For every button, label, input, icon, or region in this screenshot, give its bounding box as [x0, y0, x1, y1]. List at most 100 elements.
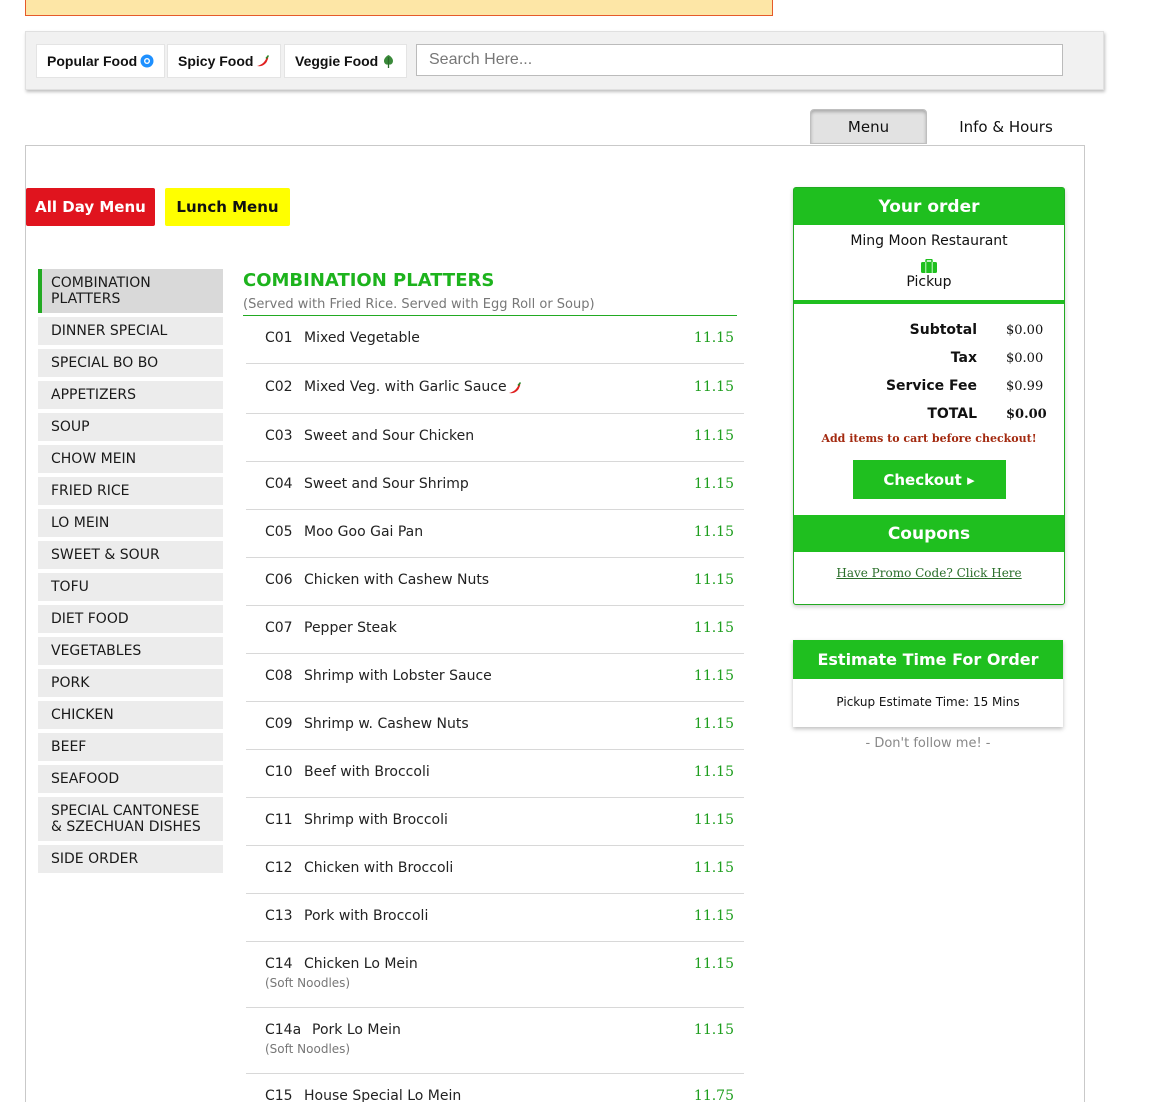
sidebar-item-chicken[interactable]: CHICKEN	[38, 701, 223, 729]
item-name: Moo Goo Gai Pan	[304, 524, 424, 540]
menu-item[interactable]: C03 Sweet and Sour Chicken 11.15	[246, 414, 744, 462]
item-code: C11	[265, 812, 293, 828]
sidebar-item-appetizers[interactable]: APPETIZERS	[38, 381, 223, 409]
grand-total-row: TOTAL $0.00	[794, 400, 1064, 428]
sidebar-item-sweet-sour[interactable]: SWEET & SOUR	[38, 541, 223, 569]
all-day-menu-button[interactable]: All Day Menu	[26, 188, 155, 226]
item-price: 11.15	[693, 956, 734, 972]
restaurant-name: Ming Moon Restaurant	[850, 233, 1008, 249]
item-name: Pork with Broccoli	[304, 908, 429, 924]
sidebar-item-fried-rice[interactable]: FRIED RICE	[38, 477, 223, 505]
search-input[interactable]	[416, 44, 1063, 76]
item-name: Chicken with Broccoli	[304, 860, 454, 876]
item-price: 11.15	[693, 860, 734, 876]
pickup-bag-icon	[794, 259, 1064, 273]
chili-pepper-icon	[508, 380, 522, 399]
popular-badge-icon	[140, 54, 154, 68]
item-price: 11.15	[693, 764, 734, 780]
item-code: C12	[265, 860, 293, 876]
menu-item[interactable]: C13 Pork with Broccoli 11.15	[246, 894, 744, 942]
item-code: C08	[265, 668, 293, 684]
sidebar-item-seafood[interactable]: SEAFOOD	[38, 765, 223, 793]
item-price: 11.15	[693, 620, 734, 636]
item-code: C07	[265, 620, 293, 636]
sidebar-item-diet-food[interactable]: DIET FOOD	[38, 605, 223, 633]
item-price: 11.15	[693, 524, 734, 540]
sidebar-item-side-order[interactable]: SIDE ORDER	[38, 845, 223, 873]
filter-spicy-food[interactable]: Spicy Food	[167, 44, 282, 78]
menu-item[interactable]: C05 Moo Goo Gai Pan 11.15	[246, 510, 744, 558]
total-label: TOTAL	[927, 406, 977, 422]
filter-veggie-label: Veggie Food	[295, 53, 379, 69]
pickup-label[interactable]: Pickup	[794, 274, 1064, 290]
sidebar-item-dinner-special[interactable]: DINNER SPECIAL	[38, 317, 223, 345]
promo-code-link[interactable]: Have Promo Code? Click Here	[794, 566, 1064, 580]
filter-bar: Popular Food Spicy Food Veggie Food	[25, 31, 1104, 90]
sidebar-item-vegetables[interactable]: VEGETABLES	[38, 637, 223, 665]
item-code: C04	[265, 476, 293, 492]
total-value: $0.00	[1006, 406, 1047, 422]
sidebar-item-special-cantonese-szechuan[interactable]: SPECIAL CANTONESE & SZECHUAN DISHES	[38, 797, 223, 841]
item-note: (Soft Noodles)	[265, 976, 351, 990]
item-code: C06	[265, 572, 293, 588]
estimate-panel: Estimate Time For Order Pickup Estimate …	[793, 640, 1063, 727]
tab-info-hours[interactable]: Info & Hours	[940, 109, 1072, 144]
menu-item[interactable]: C15 House Special Lo Mein 11.75	[246, 1074, 744, 1102]
item-code: C10	[265, 764, 293, 780]
menu-item-list: C01 Mixed Vegetable 11.15 C02 Mixed Veg.…	[246, 316, 744, 1102]
checkout-warning: Add items to cart before checkout!	[821, 432, 1037, 445]
sidebar-item-chow-mein[interactable]: CHOW MEIN	[38, 445, 223, 473]
item-name: Chicken with Cashew Nuts	[304, 572, 490, 588]
menu-item[interactable]: C02 Mixed Veg. with Garlic Sauce 11.15	[246, 364, 744, 414]
category-sidebar: COMBINATION PLATTERS DINNER SPECIAL SPEC…	[38, 269, 223, 877]
item-name: Beef with Broccoli	[304, 764, 430, 780]
sidebar-item-tofu[interactable]: TOFU	[38, 573, 223, 601]
category-subtitle: (Served with Fried Rice. Served with Egg…	[243, 297, 737, 316]
item-code: C14a	[265, 1022, 302, 1038]
item-name: Mixed Vegetable	[304, 330, 420, 346]
sidebar-item-soup[interactable]: SOUP	[38, 413, 223, 441]
item-name: Shrimp with Broccoli	[304, 812, 448, 828]
item-price: 11.15	[693, 908, 734, 924]
top-notice-banner	[25, 0, 773, 16]
menu-item[interactable]: C11 Shrimp with Broccoli 11.15	[246, 798, 744, 846]
total-label: Service Fee	[885, 378, 977, 394]
filter-popular-food[interactable]: Popular Food	[36, 44, 166, 78]
item-name: Chicken Lo Mein	[304, 956, 418, 972]
item-price: 11.15	[693, 330, 734, 346]
menu-item[interactable]: C09 Shrimp w. Cashew Nuts 11.15	[246, 702, 744, 750]
menu-item[interactable]: C10 Beef with Broccoli 11.15	[246, 750, 744, 798]
item-price: 11.15	[693, 379, 734, 395]
item-code: C03	[265, 428, 293, 444]
sidebar-item-pork[interactable]: PORK	[38, 669, 223, 697]
item-name: Sweet and Sour Shrimp	[304, 476, 469, 492]
item-price: 11.15	[693, 716, 734, 732]
sidebar-item-beef[interactable]: BEEF	[38, 733, 223, 761]
estimate-title: Estimate Time For Order	[793, 640, 1063, 679]
leaf-icon	[381, 54, 396, 69]
total-value: $0.99	[1006, 378, 1044, 394]
menu-item[interactable]: C14 Chicken Lo Mein (Soft Noodles) 11.15	[246, 942, 744, 1008]
menu-item[interactable]: C12 Chicken with Broccoli 11.15	[246, 846, 744, 894]
total-value: $0.00	[1006, 322, 1044, 338]
menu-item[interactable]: C06 Chicken with Cashew Nuts 11.15	[246, 558, 744, 606]
total-label: Tax	[950, 350, 977, 366]
follow-note: - Don't follow me! -	[865, 736, 991, 751]
sidebar-item-special-bo-bo[interactable]: SPECIAL BO BO	[38, 349, 223, 377]
menu-item[interactable]: C01 Mixed Vegetable 11.15	[246, 316, 744, 364]
checkout-button[interactable]: Checkout ▸	[852, 460, 1006, 499]
item-note: (Soft Noodles)	[265, 1042, 351, 1056]
coupons-title: Coupons	[794, 515, 1064, 552]
sidebar-item-lo-mein[interactable]: LO MEIN	[38, 509, 223, 537]
total-value: $0.00	[1006, 350, 1044, 366]
filter-veggie-food[interactable]: Veggie Food	[284, 44, 408, 78]
item-code: C05	[265, 524, 293, 540]
tab-menu[interactable]: Menu	[810, 109, 927, 144]
menu-item[interactable]: C14a Pork Lo Mein (Soft Noodles) 11.15	[246, 1008, 744, 1074]
menu-item[interactable]: C07 Pepper Steak 11.15	[246, 606, 744, 654]
lunch-menu-button[interactable]: Lunch Menu	[165, 188, 290, 226]
item-price: 11.15	[693, 428, 734, 444]
sidebar-item-combination-platters[interactable]: COMBINATION PLATTERS	[38, 269, 223, 313]
menu-item[interactable]: C08 Shrimp with Lobster Sauce 11.15	[246, 654, 744, 702]
menu-item[interactable]: C04 Sweet and Sour Shrimp 11.15	[246, 462, 744, 510]
